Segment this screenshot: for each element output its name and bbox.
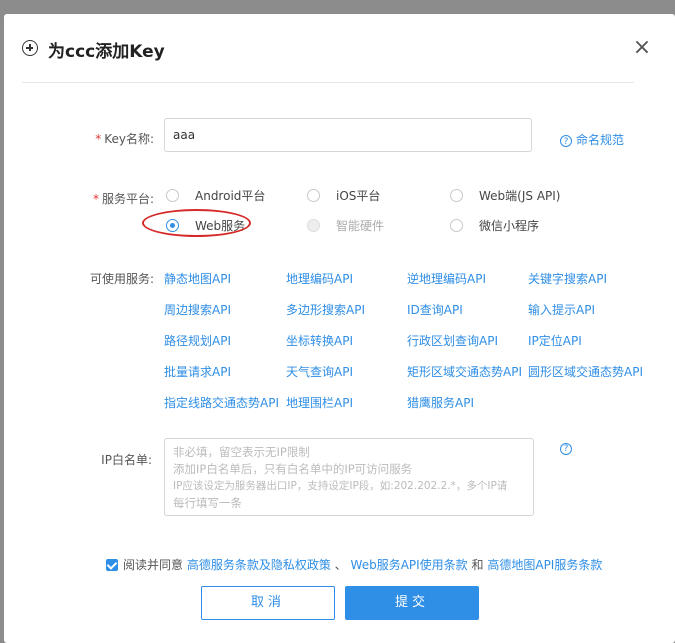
map-api-terms-link[interactable]: 高德地图API服务条款	[487, 558, 602, 572]
radio-ios-label: iOS平台	[336, 189, 381, 203]
api-link[interactable]: 批量请求API	[164, 363, 231, 380]
key-name-label: * Key名称:	[82, 130, 154, 147]
required-mark: *	[95, 132, 102, 146]
ip-whitelist-label: IP白名单:	[101, 453, 152, 467]
web-service-terms-link[interactable]: Web服务API使用条款	[351, 558, 468, 572]
api-link[interactable]: 地理围栏API	[286, 394, 353, 411]
radio-web-js[interactable]: Web端(JS API)	[450, 187, 560, 204]
placeholder-line: IP应该设定为服务器出口IP，支持设定IP段，如:202.202.2.*，多个I…	[173, 480, 508, 492]
api-link[interactable]: IP定位API	[528, 332, 582, 349]
api-link[interactable]: 地理编码API	[286, 270, 353, 287]
api-link[interactable]: 指定线路交通态势API	[164, 394, 279, 411]
radio-circle	[450, 189, 463, 202]
terms-privacy-link[interactable]: 高德服务条款及隐私权政策	[187, 558, 331, 572]
radio-wechat-mini[interactable]: 微信小程序	[450, 217, 539, 234]
agreement-checkbox[interactable]	[106, 558, 118, 571]
dialog-header: 为ccc添加Key ×	[4, 14, 675, 84]
radio-circle	[450, 219, 463, 232]
radio-circle	[166, 189, 179, 202]
api-link[interactable]: 猎鹰服务API	[407, 394, 474, 411]
service-platform-label: * 服务平台:	[82, 190, 154, 207]
api-link[interactable]: ID查询API	[407, 301, 463, 318]
api-link[interactable]: 矩形区域交通态势API	[407, 363, 522, 380]
radio-circle-disabled	[307, 219, 320, 232]
api-link[interactable]: 天气查询API	[286, 363, 353, 380]
api-link[interactable]: 静态地图API	[164, 270, 231, 287]
radio-wechat-mini-label: 微信小程序	[479, 219, 540, 233]
submit-button[interactable]: 提交	[345, 586, 479, 620]
radio-smart-hardware: 智能硬件	[307, 217, 384, 234]
radio-circle	[307, 189, 320, 202]
key-name-label-text: Key名称:	[104, 132, 154, 146]
dialog-title: 为ccc添加Key	[48, 42, 165, 62]
available-services-label: 可使用服务:	[89, 272, 154, 286]
question-icon: ?	[560, 134, 572, 147]
radio-ios[interactable]: iOS平台	[307, 187, 380, 204]
api-link[interactable]: 周边搜索API	[164, 301, 231, 318]
placeholder-line: 非必填，留空表示无IP限制	[173, 445, 310, 459]
api-link[interactable]: 路径规划API	[164, 332, 231, 349]
key-name-input[interactable]: aaa	[164, 118, 532, 152]
highlight-annotation	[142, 209, 251, 237]
radio-android-label: Android平台	[195, 189, 266, 203]
api-link[interactable]: 关键字搜索API	[528, 270, 607, 287]
header-divider	[22, 82, 634, 83]
radio-smart-hardware-label: 智能硬件	[336, 219, 385, 233]
add-circle-icon	[22, 40, 38, 56]
api-link[interactable]: 坐标转换API	[286, 332, 353, 349]
agreement-row: 阅读并同意 高德服务条款及隐私权政策 、 Web服务API使用条款 和 高德地图…	[106, 556, 602, 573]
add-key-dialog: 为ccc添加Key × * Key名称: aaa ? 命名规范 * 服务平台: And…	[4, 14, 675, 643]
placeholder-line: 每行填写一条	[173, 496, 242, 510]
api-link[interactable]: 多边形搜索API	[286, 301, 365, 318]
close-icon[interactable]: ×	[632, 37, 652, 59]
agreement-separator: 和	[471, 558, 484, 572]
service-platform-label-text: 服务平台:	[101, 192, 154, 206]
api-link[interactable]: 输入提示API	[528, 301, 595, 318]
ip-whitelist-textarea[interactable]: 非必填，留空表示无IP限制 添加IP白名单后，只有白名单中的IP可访问服务 IP…	[164, 438, 534, 516]
agreement-separator: 、	[334, 558, 347, 572]
api-link[interactable]: 逆地理编码API	[407, 270, 486, 287]
api-link[interactable]: 行政区划查询API	[407, 332, 498, 349]
radio-web-js-label: Web端(JS API)	[479, 189, 561, 203]
cancel-button[interactable]: 取消	[201, 586, 335, 620]
question-icon[interactable]: ?	[560, 443, 572, 455]
radio-android[interactable]: Android平台	[166, 187, 265, 204]
placeholder-line: 添加IP白名单后，只有白名单中的IP可访问服务	[173, 462, 413, 476]
required-mark: *	[92, 192, 99, 206]
naming-rules-link[interactable]: ? 命名规范	[560, 131, 624, 148]
naming-rules-text: 命名规范	[576, 133, 625, 147]
api-link[interactable]: 圆形区域交通态势API	[528, 363, 643, 380]
agreement-prefix: 阅读并同意	[123, 558, 184, 572]
